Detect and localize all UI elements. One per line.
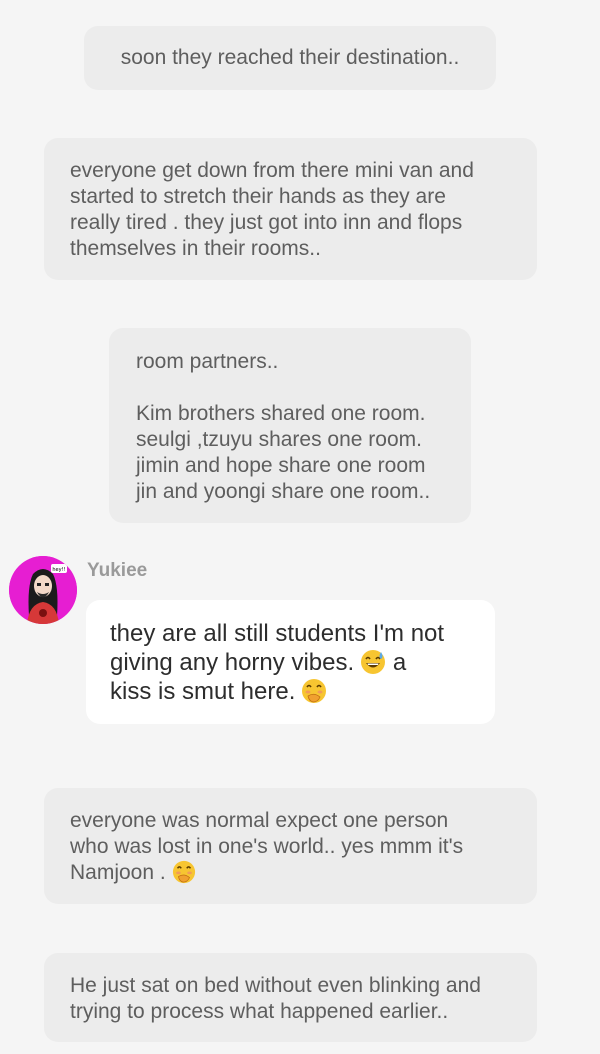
author-name[interactable]: Yukiee [87, 560, 147, 582]
message-text: kiss is smut here. [110, 678, 296, 705]
narration-text: He just sat on bed without even blinking… [70, 974, 481, 997]
narration-text: who was lost in one's world.. yes mmm it… [70, 835, 464, 858]
narration-text: themselves in their rooms.. [70, 237, 321, 260]
avatar-badge-text: hey!! [52, 567, 65, 573]
author-message-bubble: they are all still students I'm not givi… [86, 600, 495, 724]
narration-text: started to stretch their hands as they a… [70, 185, 446, 208]
narration-text: Namjoon . [70, 860, 511, 886]
message-line: kiss is smut here. [110, 677, 471, 706]
narration-text: Kim brothers shared one room. [136, 402, 426, 425]
narration-text: jimin and hope share one room [136, 454, 426, 477]
message-text: giving any horny vibes. [110, 649, 355, 676]
author-avatar[interactable]: hey!! [9, 556, 77, 624]
hand-over-mouth-emoji-icon [301, 678, 327, 704]
narration-text: soon they reached their destination.. [120, 46, 460, 69]
narration-bubble: everyone get down from there mini van an… [44, 138, 537, 280]
narration-text: really tired . they just got into inn an… [70, 211, 463, 234]
narration-bubble: room partners.. Kim brothers shared one … [109, 328, 471, 523]
narration-text: jin and yoongi share one room.. [136, 480, 431, 503]
narration-text: everyone get down from there mini van an… [70, 159, 474, 182]
hand-over-mouth-emoji-icon [172, 860, 196, 884]
narration-text: trying to process what happened earlier.… [70, 1000, 449, 1023]
narration-text-span: Namjoon . [70, 861, 166, 884]
narration-text: everyone was normal expect one person [70, 809, 449, 832]
story-chat-page: soon they reached their destination.. ev… [0, 0, 600, 1054]
narration-title: room partners.. [136, 350, 279, 373]
grinning-sweat-emoji-icon [360, 649, 386, 675]
message-line: giving any horny vibes. a [110, 648, 471, 677]
narration-text: seulgi ,tzuyu shares one room. [136, 428, 422, 451]
narration-bubble: He just sat on bed without even blinking… [44, 953, 537, 1042]
avatar-cartoon-girl-icon: hey!! [9, 556, 77, 624]
narration-bubble: soon they reached their destination.. [84, 26, 496, 90]
narration-bubble: everyone was normal expect one person wh… [44, 788, 537, 904]
message-line: they are all still students I'm not [110, 620, 445, 647]
message-text: a [392, 649, 407, 676]
